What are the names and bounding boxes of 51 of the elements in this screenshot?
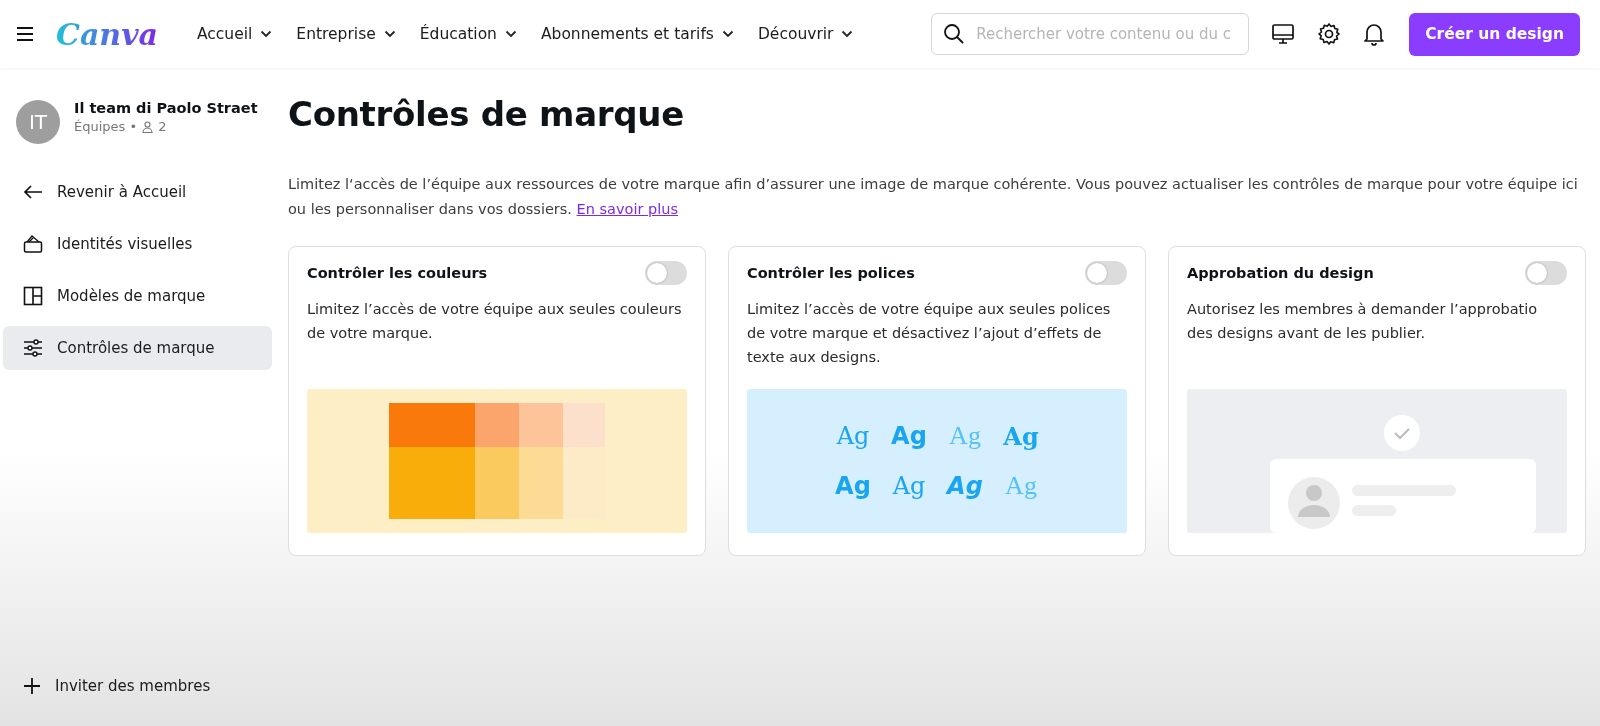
sidebar-item[interactable]: Modèles de marque bbox=[3, 274, 272, 318]
layout-icon bbox=[23, 286, 43, 306]
member-count: 2 bbox=[158, 119, 167, 134]
nav-menu-item[interactable]: Accueil bbox=[188, 17, 282, 51]
search-field[interactable]: Rechercher votre contenu ou du c bbox=[931, 13, 1250, 55]
arrow-left-icon bbox=[23, 184, 43, 200]
toggle-switch[interactable] bbox=[645, 261, 687, 285]
plus-icon bbox=[23, 677, 41, 695]
card-description: Autorisez les membres à demander l’approbatio des designs avant de les publier. bbox=[1187, 300, 1539, 343]
toggle-switch[interactable] bbox=[1525, 261, 1567, 285]
font-sample: Ag bbox=[944, 472, 984, 500]
toggle-switch[interactable] bbox=[1085, 261, 1127, 285]
nav-menu-item[interactable]: Abonnements et tarifs bbox=[531, 17, 743, 51]
font-sample: Ag bbox=[890, 422, 928, 450]
card-title: Contrôler les couleurs bbox=[307, 265, 488, 281]
menu-icon[interactable] bbox=[16, 27, 34, 41]
card-title: Contrôler les polices bbox=[747, 265, 915, 281]
page-title: Contrôles de marque bbox=[288, 94, 685, 134]
team-name: Il team di Paolo Straet bbox=[74, 100, 258, 116]
font-sample: Ag bbox=[948, 421, 982, 451]
font-sample: Ag bbox=[1002, 421, 1040, 451]
font-sample: Ag bbox=[1004, 471, 1038, 501]
people-icon bbox=[142, 120, 154, 133]
card-description: Limitez l’accès de votre équipe aux seules polices de votre marque et désactivez l’ajout d’effets de texte aux designs. bbox=[747, 300, 1112, 367]
settings-icon[interactable] bbox=[1317, 22, 1342, 46]
chevron-down-icon bbox=[383, 30, 396, 38]
invite-members-button[interactable]: Inviter des membres bbox=[3, 664, 272, 708]
team-type: Équipes • bbox=[74, 119, 138, 134]
sidebar-item[interactable]: Identités visuelles bbox=[3, 222, 272, 266]
sidebar-item[interactable]: Contrôles de marque bbox=[3, 326, 272, 370]
bell-icon[interactable] bbox=[1363, 22, 1386, 46]
team-avatar: IT bbox=[16, 100, 60, 144]
description-text: Limitez l‘accès de l’équipe aux ressources de votre marque afin d’assurer une image de marque cohérente. Vous pouvez actualiser les contrôles de marque pour votre équipe ici ou les personnaliser dans vos dossiers. En savoir plus bbox=[288, 175, 1579, 219]
nav-menu-item[interactable]: Entreprise bbox=[287, 17, 405, 51]
chevron-down-icon bbox=[504, 30, 517, 38]
chevron-down-icon bbox=[841, 30, 854, 38]
learn-more-link[interactable]: En savoir plus bbox=[576, 201, 679, 217]
brand-kit-icon bbox=[23, 234, 43, 254]
sidebar-item[interactable]: Revenir à Accueil bbox=[3, 170, 272, 214]
card-description: Limitez l’accès de votre équipe aux seules couleurs de votre marque. bbox=[307, 300, 683, 343]
font-sample: Ag bbox=[891, 472, 927, 500]
chevron-down-icon bbox=[721, 30, 734, 38]
desktop-icon[interactable] bbox=[1271, 23, 1296, 45]
font-sample: Ag bbox=[834, 472, 872, 500]
font-sample: Ag bbox=[835, 422, 871, 450]
card-title: Approbation du design bbox=[1187, 265, 1374, 281]
chevron-down-icon bbox=[260, 30, 273, 38]
nav-menu-item[interactable]: Éducation bbox=[410, 17, 526, 51]
nav-menu-item[interactable]: Découvrir bbox=[748, 17, 863, 51]
create-design-button[interactable]: Créer un design bbox=[1409, 12, 1580, 56]
sliders-icon bbox=[23, 338, 43, 358]
